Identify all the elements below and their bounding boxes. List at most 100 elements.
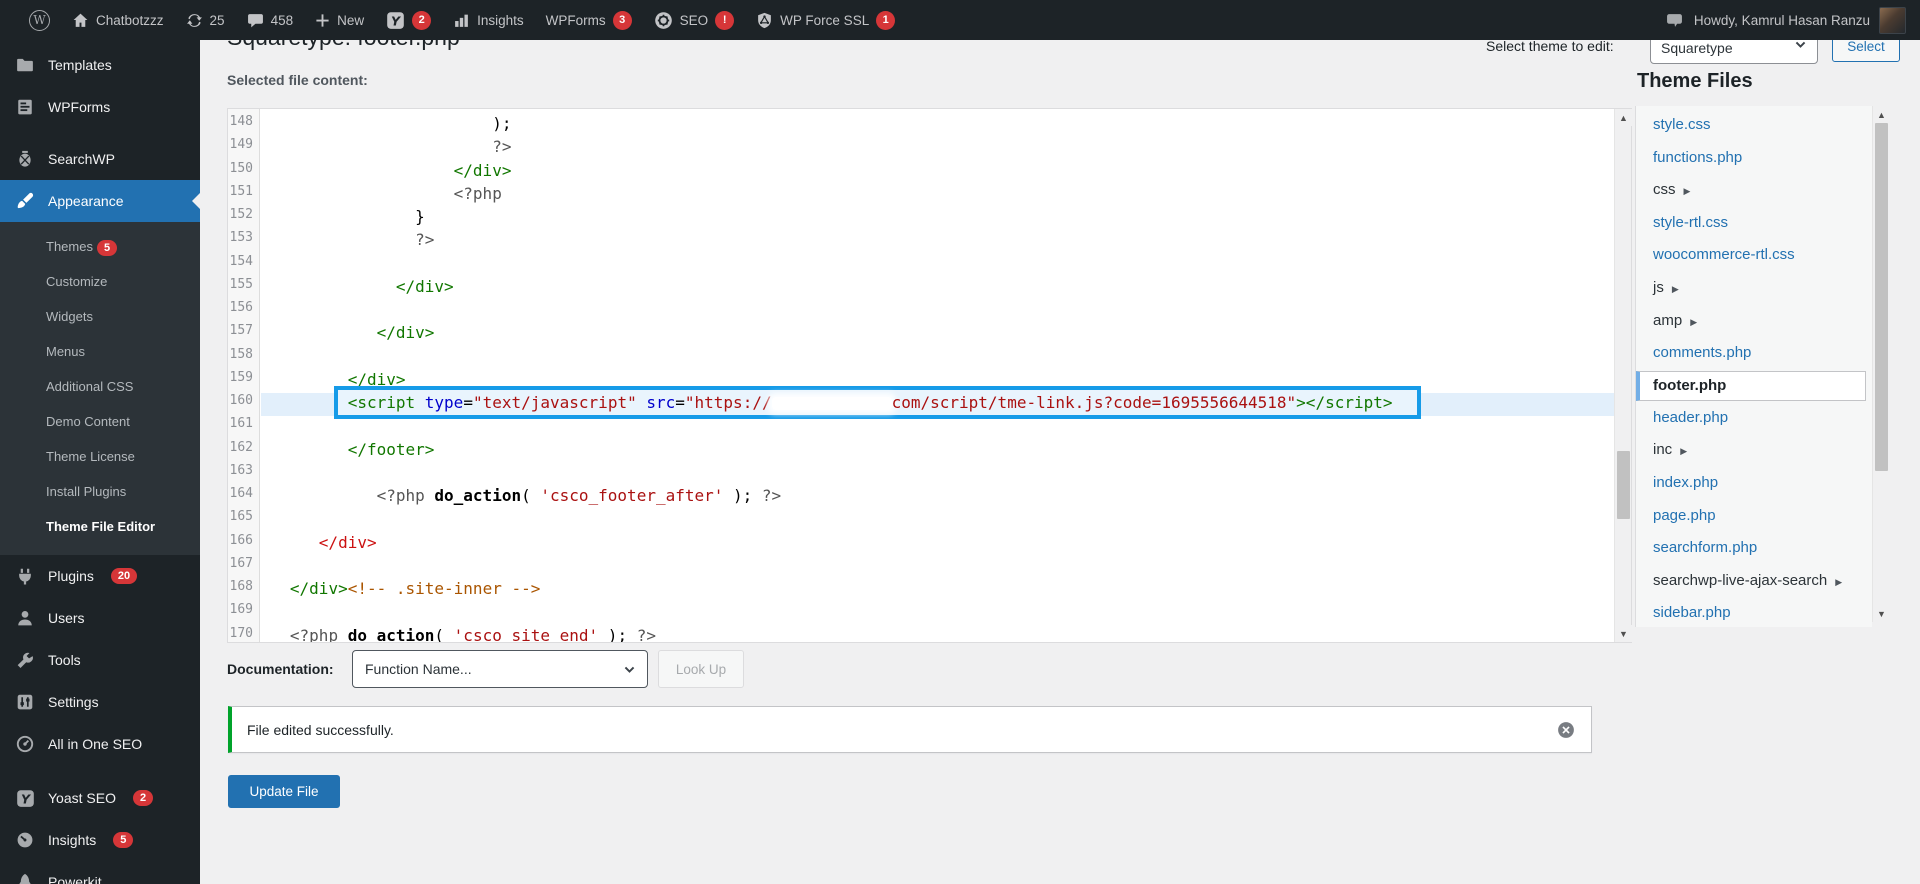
scroll-down-arrow-icon[interactable]: ▼ [1615,625,1632,642]
theme-file-style-rtl-css[interactable]: style-rtl.css [1636,207,1872,240]
documentation-select[interactable]: Function Name... [352,650,648,688]
theme-file-js[interactable]: js▶ [1636,272,1872,305]
admin-bar-item-new-content[interactable]: New [304,0,375,40]
theme-files-scrollbar-thumb[interactable] [1875,123,1888,471]
line-number: 163 [228,463,259,486]
admin-bar-item-comments[interactable]: 458 [236,0,305,40]
code-line-154[interactable] [261,254,1614,277]
admin-bar-item-updates[interactable]: 25 [175,0,236,40]
submenu-item-install-plugins[interactable]: Install Plugins [0,474,200,509]
submenu-item-theme-license[interactable]: Theme License [0,439,200,474]
editor-vertical-scrollbar[interactable]: ▲ ▼ [1614,109,1631,642]
code-line-161[interactable] [261,416,1614,439]
code-line-150[interactable]: </div> [261,161,1614,184]
admin-bar-item-wp-force-ssl[interactable]: WP Force SSL1 [745,0,906,40]
look-up-button[interactable]: Look Up [658,650,744,688]
code-line-170[interactable]: <?php do_action( 'csco_site_end' ); ?> [261,626,1614,643]
scroll-up-arrow-icon[interactable]: ▲ [1615,109,1632,126]
admin-bar: WChatbotzzz25458NewY2InsightsWPForms3SEO… [0,0,1920,40]
code-line-166[interactable]: </div> [261,533,1614,556]
code-line-163[interactable] [261,463,1614,486]
submenu-item-widgets[interactable]: Widgets [0,299,200,334]
sidebar-item-yoast-seo[interactable]: YYoast SEO2 [0,777,200,819]
sidebar-item-appearance[interactable]: Appearance [0,180,200,222]
dismiss-notice-icon[interactable] [1557,721,1575,742]
theme-file-header-php[interactable]: header.php [1636,402,1872,435]
sidebar-item-plugins[interactable]: Plugins20 [0,555,200,597]
code-line-157[interactable]: </div> [261,323,1614,346]
sidebar-item-powerkit[interactable]: Powerkit [0,861,200,884]
code-line-160[interactable]: <script type="text/javascript" src="http… [261,393,1614,416]
line-number: 169 [228,602,259,625]
scroll-down-arrow-icon[interactable]: ▼ [1873,605,1890,622]
admin-bar-item-wpforms[interactable]: WPForms3 [535,0,643,40]
code-area[interactable]: ); ?> </div> <?php } ?> </div> </div> </… [261,114,1614,642]
update-file-button[interactable]: Update File [228,775,340,808]
theme-file-footer-php[interactable]: footer.php [1636,371,1866,401]
yoast-icon: Y [386,11,405,30]
form-icon [15,98,35,116]
notification-badge: 2 [412,11,431,30]
scroll-up-arrow-icon[interactable]: ▲ [1873,106,1890,123]
theme-files-scrollbar[interactable]: ▲ ▼ [1872,106,1889,622]
submenu-item-label: Demo Content [46,414,130,429]
admin-bar-account[interactable]: Howdy, Kamrul Hasan Ranzu [1655,0,1920,40]
code-line-156[interactable] [261,300,1614,323]
theme-file-comments-php[interactable]: comments.php [1636,337,1872,370]
code-line-165[interactable] [261,509,1614,532]
code-line-169[interactable] [261,602,1614,625]
theme-file-amp[interactable]: amp▶ [1636,305,1872,338]
howdy-greeting[interactable]: Howdy, Kamrul Hasan Ranzu [1694,13,1870,28]
sidebar-item-searchwp[interactable]: SearchWP [0,138,200,180]
submenu-item-menus[interactable]: Menus [0,334,200,369]
sidebar-item-all-in-one-seo[interactable]: All in One SEO [0,723,200,765]
sidebar-item-tools[interactable]: Tools [0,639,200,681]
code-line-167[interactable] [261,556,1614,579]
line-number-gutter: 1481491501511521531541551561571581591601… [228,109,260,642]
count-badge: 5 [97,240,117,256]
theme-file-functions-php[interactable]: functions.php [1636,142,1872,175]
theme-file-searchwp-live-ajax-search[interactable]: searchwp-live-ajax-search▶ [1636,565,1872,598]
theme-file-woocommerce-rtl-css[interactable]: woocommerce-rtl.css [1636,239,1872,272]
code-editor[interactable]: 1481491501511521531541551561571581591601… [227,108,1632,643]
code-line-149[interactable]: ?> [261,137,1614,160]
code-line-168[interactable]: </div><!-- .site-inner --> [261,579,1614,602]
code-line-162[interactable]: </footer> [261,440,1614,463]
editor-scrollbar-thumb[interactable] [1617,451,1630,519]
submenu-item-theme-file-editor[interactable]: Theme File Editor [0,509,200,544]
admin-bar-item-wp-logo[interactable]: W [18,0,61,40]
submenu-item-themes[interactable]: Themes5 [0,229,200,264]
sidebar-item-templates[interactable]: Templates [0,44,200,86]
theme-file-page-php[interactable]: page.php [1636,500,1872,533]
admin-bar-item-insights[interactable]: Insights [442,0,535,40]
code-line-148[interactable]: ); [261,114,1614,137]
theme-file-searchform-php[interactable]: searchform.php [1636,532,1872,565]
code-line-153[interactable]: ?> [261,230,1614,253]
line-number: 148 [228,114,259,137]
submenu-item-label: Widgets [46,309,93,324]
code-line-152[interactable]: } [261,207,1614,230]
theme-file-inc[interactable]: inc▶ [1636,434,1872,467]
submenu-item-demo-content[interactable]: Demo Content [0,404,200,439]
submenu-item-customize[interactable]: Customize [0,264,200,299]
admin-bar-item-seo[interactable]: SEO! [643,0,746,40]
theme-file-sidebar-php[interactable]: sidebar.php [1636,597,1872,627]
code-line-151[interactable]: <?php [261,184,1614,207]
sidebar-item-settings[interactable]: Settings [0,681,200,723]
theme-file-style-css[interactable]: style.css [1636,109,1872,142]
theme-file-css[interactable]: css▶ [1636,174,1872,207]
bar-chart-icon [453,12,470,29]
selected-file-content-label: Selected file content: [227,72,368,88]
avatar[interactable] [1879,7,1906,34]
sidebar-item-wpforms[interactable]: WPForms [0,86,200,128]
code-line-164[interactable]: <?php do_action( 'csco_footer_after' ); … [261,486,1614,509]
code-line-158[interactable] [261,347,1614,370]
code-line-155[interactable]: </div> [261,277,1614,300]
submenu-item-additional-css[interactable]: Additional CSS [0,369,200,404]
sidebar-item-insights[interactable]: Insights5 [0,819,200,861]
admin-bar-item-site-name[interactable]: Chatbotzzz [61,0,175,40]
sidebar-item-users[interactable]: Users [0,597,200,639]
admin-bar-item-yoast[interactable]: Y2 [375,0,442,40]
theme-file-index-php[interactable]: index.php [1636,467,1872,500]
chat-bubble-icon[interactable] [1655,0,1694,40]
